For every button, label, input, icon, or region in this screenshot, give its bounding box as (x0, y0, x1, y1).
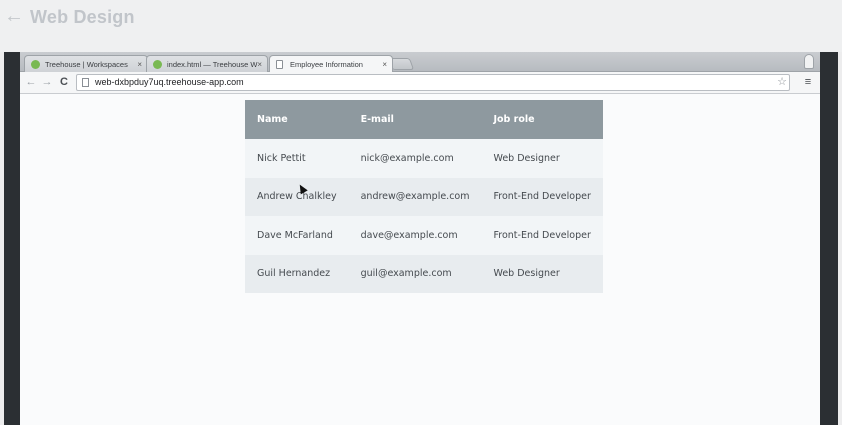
forward-arrow-icon[interactable]: → (40, 75, 54, 89)
cell-name: Nick Pettit (257, 152, 306, 164)
back-arrow-icon[interactable]: ← (24, 75, 38, 89)
reload-icon[interactable]: C (57, 75, 71, 89)
tab-strip: Treehouse | Workspaces × index.html — Tr… (20, 52, 820, 72)
page-content: Name E-mail Job role Nick Pettit nick@ex… (20, 94, 820, 425)
page-icon (276, 60, 283, 69)
cell-email: dave@example.com (360, 229, 458, 241)
cell-job-role: Web Designer (493, 268, 560, 280)
cell-email: guil@example.com (360, 268, 452, 280)
table-row: Dave McFarland dave@example.com Front-En… (245, 216, 603, 255)
cell-name: Dave McFarland (257, 229, 333, 241)
tab-employee-information[interactable]: Employee Information × (269, 55, 393, 72)
close-icon[interactable]: × (257, 56, 262, 72)
table-row: Nick Pettit nick@example.com Web Designe… (245, 139, 603, 178)
close-icon[interactable]: × (382, 56, 387, 72)
close-icon[interactable]: × (137, 56, 142, 72)
employee-table-container: Name E-mail Job role Nick Pettit nick@ex… (245, 100, 603, 293)
video-frame: Treehouse | Workspaces × index.html — Tr… (4, 52, 838, 425)
column-header-name: Name (245, 100, 349, 139)
course-title: Web Design (30, 7, 135, 27)
treehouse-favicon-icon (31, 60, 40, 69)
url-text[interactable]: web-dxbpduy7uq.treehouse-app.com (95, 75, 244, 90)
cell-email: nick@example.com (360, 152, 454, 164)
tab-label: Treehouse | Workspaces (45, 60, 128, 69)
browser-toolbar: ← → C web-dxbpduy7uq.treehouse-app.com ☆… (20, 72, 820, 94)
bookmark-star-icon[interactable]: ☆ (777, 75, 787, 90)
tab-label: index.html — Treehouse W (167, 60, 258, 69)
column-header-email: E-mail (348, 100, 482, 139)
profile-icon[interactable] (804, 54, 814, 69)
treehouse-favicon-icon (153, 60, 162, 69)
cell-email: andrew@example.com (360, 191, 470, 203)
cell-job-role: Web Designer (493, 152, 560, 164)
page-icon (82, 78, 89, 87)
table-row: Guil Hernandez guil@example.com Web Desi… (245, 254, 603, 293)
cell-job-role: Front-End Developer (493, 229, 591, 241)
cell-name: Andrew Chalkley (257, 191, 337, 203)
tab-treehouse-workspaces[interactable]: Treehouse | Workspaces × (24, 55, 148, 72)
employee-table: Name E-mail Job role Nick Pettit nick@ex… (245, 100, 603, 293)
menu-icon[interactable]: ≡ (802, 75, 814, 89)
arrow-left-icon[interactable]: ← (4, 6, 24, 26)
table-row: Andrew Chalkley andrew@example.com Front… (245, 177, 603, 216)
course-header: ← Web Design (0, 0, 842, 52)
cell-name: Guil Hernandez (257, 268, 331, 280)
cell-job-role: Front-End Developer (493, 191, 591, 203)
browser-window: Treehouse | Workspaces × index.html — Tr… (20, 52, 820, 425)
table-header-row: Name E-mail Job role (245, 100, 603, 139)
column-header-job-role: Job role (481, 100, 603, 139)
tab-index-html[interactable]: index.html — Treehouse W × (146, 55, 268, 72)
tab-label: Employee Information (290, 60, 363, 69)
address-bar[interactable]: web-dxbpduy7uq.treehouse-app.com ☆ (76, 74, 790, 91)
